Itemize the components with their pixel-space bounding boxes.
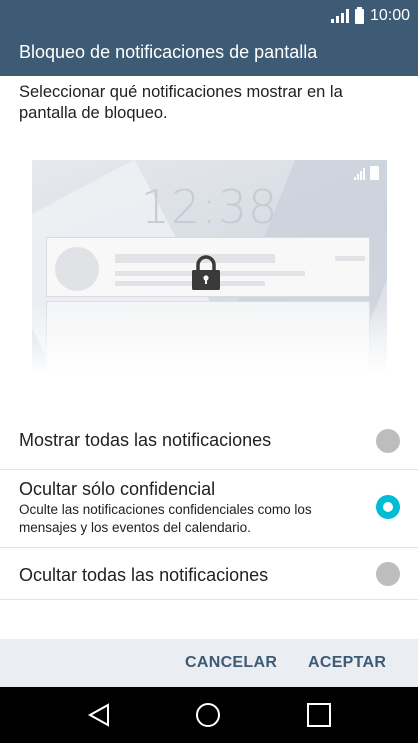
recents-icon[interactable] [306,702,332,728]
status-indicators: 10:00 [330,6,410,26]
radio-button-unselected[interactable] [376,429,400,453]
dialog-actions: CANCELAR ACEPTAR [0,639,418,687]
option-label: Ocultar sólo confidencial [19,479,216,499]
preview-placeholder-line [335,256,365,261]
preview-notification-card [46,237,370,297]
option-label: Mostrar todas las notificaciones [19,430,272,450]
battery-icon [354,6,364,24]
preview-status-icons [354,166,379,180]
navigation-bar [0,687,418,743]
preview-battery-icon [370,166,379,180]
option-hide-all[interactable]: Ocultar todas las notificaciones [0,548,418,600]
lock-icon [192,255,220,290]
option-hide-sensitive[interactable]: Ocultar sólo confidencial Oculte las not… [0,470,418,548]
preview-avatar [55,247,99,291]
back-icon[interactable] [86,702,112,728]
signal-icon [330,9,349,23]
accept-button[interactable]: ACEPTAR [308,654,386,672]
cancel-button[interactable]: CANCELAR [185,654,277,672]
preview-clock: 12:38 [140,180,279,234]
app-bar: Bloqueo de notificaciones de pantalla [0,32,418,76]
preview-signal-icon [354,168,365,180]
description-text: Seleccionar qué notificaciones mostrar e… [19,83,343,122]
home-icon[interactable] [195,702,221,728]
option-description: Oculte las notificaciones confidenciales… [19,502,312,535]
option-label: Ocultar todas las notificaciones [19,565,269,585]
status-bar: 10:00 [0,0,418,32]
status-time: 10:00 [369,7,410,24]
radio-button-selected[interactable] [376,495,400,519]
page-title: Bloqueo de notificaciones de pantalla [19,42,318,62]
preview-fade [32,305,387,375]
lockscreen-preview: 12:38 [32,160,387,375]
option-show-all[interactable]: Mostrar todas las notificaciones [0,410,418,470]
radio-button-unselected[interactable] [376,562,400,586]
